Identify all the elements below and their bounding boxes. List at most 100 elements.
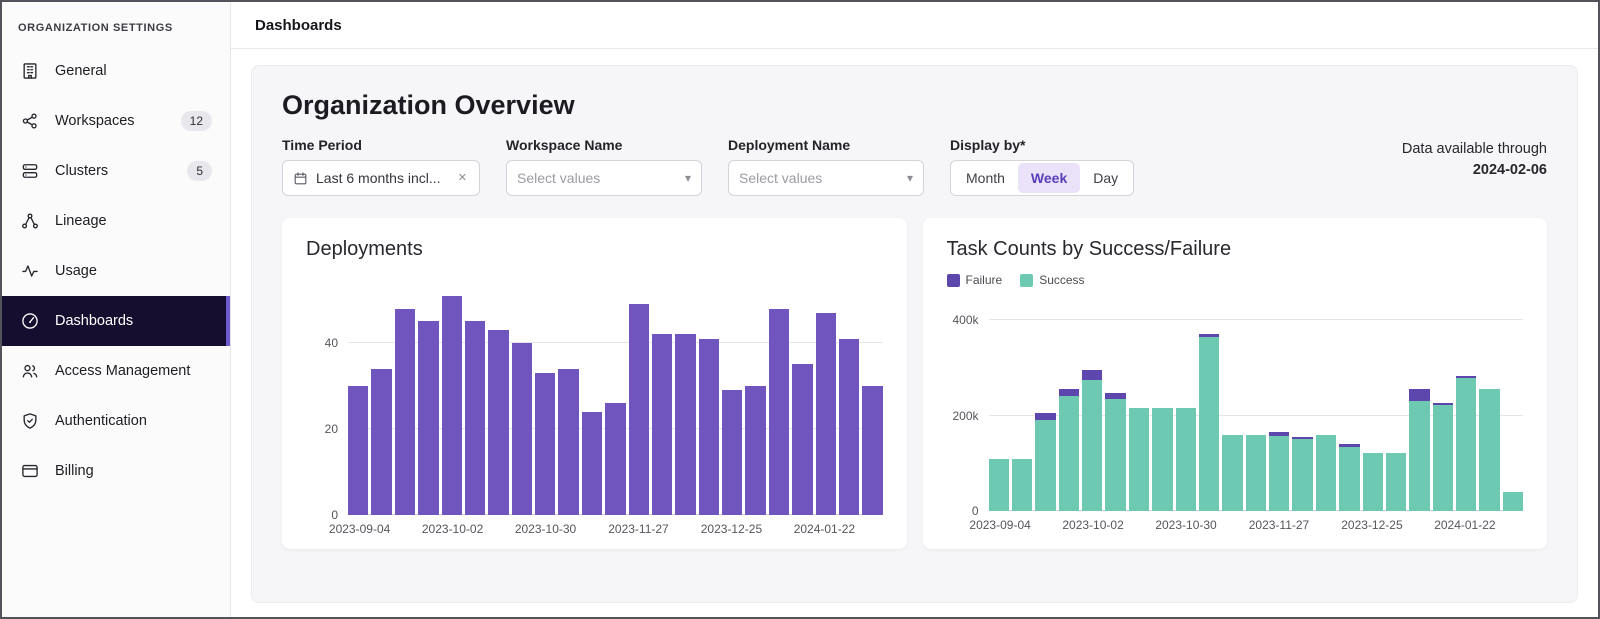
bar-segment-failure	[1409, 389, 1429, 401]
bar[interactable]	[1503, 301, 1523, 511]
bar[interactable]	[699, 287, 719, 515]
x-tick-label: 2023-10-30	[515, 522, 576, 536]
bar[interactable]	[1269, 301, 1289, 511]
deployment-name-filter: Deployment Name Select values ▾	[728, 137, 924, 196]
task-counts-chart-card: Task Counts by Success/Failure Failure S…	[923, 218, 1548, 549]
bar[interactable]	[1012, 301, 1032, 511]
lineage-icon	[20, 211, 40, 231]
bar[interactable]	[1479, 301, 1499, 511]
bar[interactable]	[1456, 301, 1476, 511]
users-icon	[20, 361, 40, 381]
bar[interactable]	[1176, 301, 1196, 511]
bar[interactable]	[745, 287, 765, 515]
sidebar-item-general[interactable]: General	[2, 46, 230, 96]
bar[interactable]	[1363, 301, 1383, 511]
bar[interactable]	[652, 287, 672, 515]
sidebar-item-access-management[interactable]: Access Management	[2, 346, 230, 396]
bar[interactable]	[792, 287, 812, 515]
bar[interactable]	[816, 287, 836, 515]
bar[interactable]	[1316, 301, 1336, 511]
plot-area	[989, 301, 1524, 511]
sidebar-item-label: Dashboards	[55, 313, 133, 329]
bar[interactable]	[582, 287, 602, 515]
sidebar-item-authentication[interactable]: Authentication	[2, 396, 230, 446]
bar-segment	[816, 313, 836, 515]
dashboard-gauge-icon	[20, 311, 40, 331]
bar[interactable]	[1339, 301, 1359, 511]
bar[interactable]	[488, 287, 508, 515]
bar[interactable]	[1292, 301, 1312, 511]
bar[interactable]	[442, 287, 462, 515]
bar[interactable]	[465, 287, 485, 515]
bar[interactable]	[1082, 301, 1102, 511]
bar-segment-failure	[1082, 370, 1102, 380]
bar[interactable]	[512, 287, 532, 515]
workspace-name-filter: Workspace Name Select values ▾	[506, 137, 702, 196]
bar[interactable]	[1035, 301, 1055, 511]
bar[interactable]	[371, 287, 391, 515]
sidebar-item-billing[interactable]: Billing	[2, 446, 230, 496]
bar-segment-success	[1269, 436, 1289, 511]
y-tick-label: 200k	[952, 409, 978, 423]
bar[interactable]	[1222, 301, 1242, 511]
bar[interactable]	[629, 287, 649, 515]
bar[interactable]	[418, 287, 438, 515]
y-axis: 0200k400k	[947, 301, 989, 511]
bar-segment-success	[1503, 492, 1523, 511]
bar-segment-success	[1433, 405, 1453, 511]
bar[interactable]	[769, 287, 789, 515]
bar[interactable]	[1246, 301, 1266, 511]
sidebar-item-usage[interactable]: Usage	[2, 246, 230, 296]
bar-segment-success	[1246, 435, 1266, 511]
bar[interactable]	[989, 301, 1009, 511]
display-by-month-button[interactable]: Month	[953, 163, 1018, 193]
bar[interactable]	[722, 287, 742, 515]
bar-segment-success	[1222, 435, 1242, 511]
display-by-week-button[interactable]: Week	[1018, 163, 1080, 193]
bar-segment-success	[1339, 447, 1359, 511]
sidebar-item-label: Authentication	[55, 413, 147, 429]
bar[interactable]	[395, 287, 415, 515]
bar[interactable]	[1199, 301, 1219, 511]
bar[interactable]	[1129, 301, 1149, 511]
bar[interactable]	[1386, 301, 1406, 511]
bar[interactable]	[862, 287, 882, 515]
bar-segment	[512, 343, 532, 515]
bar-segment-success	[1176, 408, 1196, 511]
clear-icon[interactable]: ✕	[456, 171, 469, 186]
sidebar-item-clusters[interactable]: Clusters 5	[2, 146, 230, 196]
display-by-label: Display by*	[950, 137, 1134, 153]
bar[interactable]	[1059, 301, 1079, 511]
workspace-name-select[interactable]: Select values ▾	[506, 160, 702, 196]
bar[interactable]	[1152, 301, 1172, 511]
bar[interactable]	[558, 287, 578, 515]
bar[interactable]	[1105, 301, 1125, 511]
data-available-note: Data available through 2024-02-06	[1402, 139, 1547, 181]
sidebar: ORGANIZATION SETTINGS General Workspaces…	[2, 2, 231, 617]
sidebar-item-workspaces[interactable]: Workspaces 12	[2, 96, 230, 146]
bar[interactable]	[348, 287, 368, 515]
bar[interactable]	[1409, 301, 1429, 511]
sidebar-item-dashboards[interactable]: Dashboards	[2, 296, 230, 346]
bar-segment-success	[1316, 435, 1336, 511]
sidebar-item-label: Billing	[55, 463, 94, 479]
sidebar-nav: General Workspaces 12 Clusters 5	[2, 46, 230, 496]
display-by-day-button[interactable]: Day	[1080, 163, 1131, 193]
deployment-name-placeholder: Select values	[739, 170, 822, 186]
time-period-input[interactable]: Last 6 months incl... ✕	[282, 160, 480, 196]
y-tick-label: 20	[325, 422, 338, 436]
bar[interactable]	[1433, 301, 1453, 511]
bar[interactable]	[675, 287, 695, 515]
success-swatch	[1020, 274, 1033, 287]
y-tick-label: 0	[331, 508, 338, 522]
x-tick-label: 2023-10-02	[422, 522, 483, 536]
x-axis: 2023-09-042023-10-022023-10-302023-11-27…	[989, 511, 1524, 533]
bar[interactable]	[839, 287, 859, 515]
bar[interactable]	[535, 287, 555, 515]
bar[interactable]	[605, 287, 625, 515]
workspaces-icon	[20, 111, 40, 131]
deployment-name-select[interactable]: Select values ▾	[728, 160, 924, 196]
chart-title: Task Counts by Success/Failure	[947, 238, 1524, 261]
sidebar-item-lineage[interactable]: Lineage	[2, 196, 230, 246]
chart-legend: Failure Success	[947, 273, 1524, 287]
